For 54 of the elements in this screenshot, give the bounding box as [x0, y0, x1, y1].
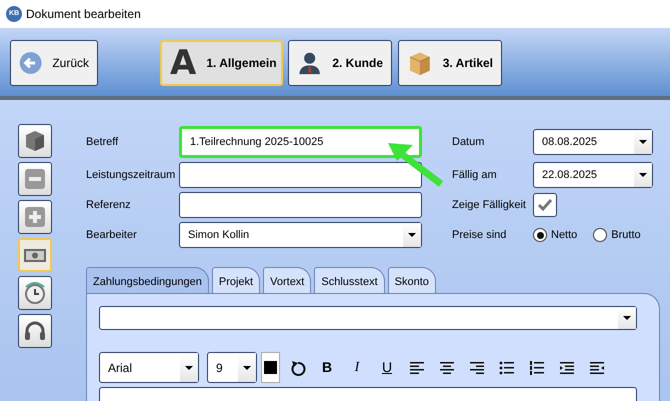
sidebar-button[interactable]	[18, 314, 52, 348]
field-label: Preise sind	[452, 228, 508, 243]
tab[interactable]: Skonto	[388, 267, 436, 293]
field-label: Referenz	[86, 198, 132, 213]
dropdown-field[interactable]: Simon Kollin	[179, 222, 422, 248]
format-button[interactable]: I	[346, 358, 368, 378]
tab[interactable]: Zahlungsbedingungen	[86, 267, 209, 293]
align-left-icon	[409, 360, 425, 376]
date-field[interactable]: 22.08.2025	[533, 162, 653, 188]
checkbox[interactable]	[533, 193, 557, 217]
indent-icon	[559, 360, 575, 376]
field-label: Betreff	[86, 134, 120, 150]
pointer-arrow	[388, 143, 444, 187]
sidebar-button[interactable]	[18, 124, 52, 158]
format-button[interactable]: U	[376, 358, 398, 378]
radio-option[interactable]: Netto	[533, 226, 578, 244]
sidebar-button[interactable]	[18, 162, 52, 196]
bullet-list-icon	[499, 360, 515, 376]
radio-option[interactable]: Brutto	[593, 226, 641, 244]
size-dropdown[interactable]: 9	[207, 352, 257, 383]
field-label: Fällig am	[452, 168, 498, 183]
clock-icon	[22, 280, 48, 306]
field-label: Datum	[452, 134, 486, 150]
tab[interactable]: Schlusstext	[314, 267, 385, 293]
minus-icon	[22, 166, 48, 192]
input-field[interactable]	[179, 192, 422, 218]
sidebar-button[interactable]	[18, 276, 52, 310]
color-button[interactable]	[261, 352, 280, 383]
format-button[interactable]: B	[316, 358, 338, 378]
input-field[interactable]	[179, 162, 422, 188]
color-swatch	[264, 361, 277, 374]
tab[interactable]: Vortext	[263, 267, 312, 293]
nav-button[interactable]: 3. Artikel	[398, 40, 502, 86]
outdent-icon	[589, 360, 605, 376]
plus-icon	[22, 204, 48, 230]
date-field[interactable]: 08.08.2025	[533, 129, 653, 155]
window-title: Dokument bearbeiten	[26, 6, 141, 23]
numbered-list-icon	[529, 360, 545, 376]
sidebar-button[interactable]	[18, 200, 52, 234]
nav-button[interactable]: A 1. Allgemein	[160, 40, 283, 86]
align-center-icon	[439, 360, 455, 376]
payment-terms-dropdown[interactable]	[99, 306, 637, 330]
nav-button[interactable]: 2. Kunde	[288, 40, 392, 86]
check-icon	[537, 198, 553, 212]
font-dropdown[interactable]: Arial	[99, 352, 199, 383]
align-right-icon	[469, 360, 485, 376]
tab[interactable]: Projekt	[212, 267, 260, 293]
input-field[interactable]: 1.Teilrechnung 2025-10025	[179, 126, 422, 158]
nav-button[interactable]: Zurück	[10, 40, 98, 86]
field-label: Bearbeiter	[86, 228, 138, 243]
field-label: Leistungszeitraum	[86, 168, 176, 183]
field-label: Zeige Fälligkeit	[452, 198, 527, 213]
undo-icon	[290, 360, 306, 376]
letter-icon: A	[170, 46, 196, 80]
